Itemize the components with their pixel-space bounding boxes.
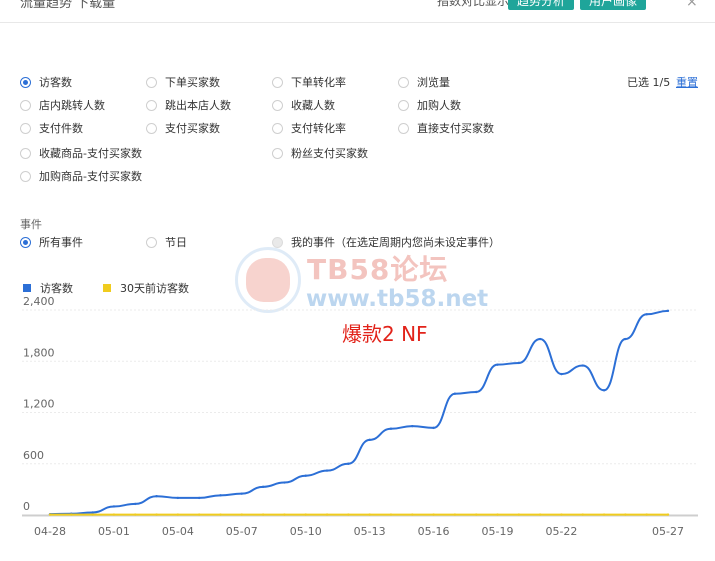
x-tick-label: 05-16: [418, 525, 450, 538]
data-point: [304, 474, 307, 477]
x-tick-label: 05-19: [482, 525, 514, 538]
data-point: [624, 337, 627, 341]
data-point: [283, 481, 286, 484]
data-point: [91, 513, 94, 516]
data-point: [176, 496, 180, 500]
y-tick-label: 2,400: [23, 295, 55, 308]
data-point: [112, 505, 116, 508]
data-point: [432, 513, 435, 516]
data-point: [197, 513, 201, 516]
data-point: [666, 309, 670, 313]
data-point: [560, 513, 563, 516]
data-point: [496, 363, 499, 366]
data-point: [347, 462, 350, 465]
data-point: [453, 392, 457, 395]
data-point: [581, 513, 584, 516]
data-point: [261, 513, 265, 516]
data-point: [325, 513, 329, 516]
data-point: [347, 513, 350, 516]
data-point: [325, 469, 329, 472]
data-point: [560, 372, 563, 376]
data-point: [389, 513, 393, 516]
x-tick-label: 05-13: [354, 525, 386, 538]
data-point: [112, 513, 116, 516]
data-point: [432, 426, 435, 430]
data-point: [389, 427, 393, 430]
data-point: [219, 513, 222, 516]
x-tick-label: 05-01: [98, 525, 130, 538]
data-point: [176, 513, 180, 516]
x-tick-label: 05-27: [652, 525, 684, 538]
data-point: [411, 424, 414, 428]
data-point: [453, 513, 457, 516]
data-point: [538, 513, 542, 516]
data-point: [602, 389, 606, 392]
data-point: [496, 513, 499, 516]
x-tick-label: 05-04: [162, 525, 194, 538]
data-point: [368, 513, 371, 516]
data-point: [261, 485, 265, 489]
y-tick-label: 600: [23, 449, 44, 462]
data-point: [134, 513, 137, 516]
y-tick-label: 1,800: [23, 346, 55, 359]
data-point: [475, 390, 478, 394]
data-point: [197, 496, 201, 500]
data-point: [283, 513, 286, 516]
data-point: [538, 337, 542, 341]
data-point: [304, 513, 307, 516]
x-tick-label: 05-22: [545, 525, 577, 538]
data-point: [91, 511, 94, 514]
data-point: [602, 513, 606, 516]
x-tick-label: 05-10: [290, 525, 322, 538]
data-point: [240, 492, 243, 495]
data-point: [134, 502, 137, 506]
y-tick-label: 1,200: [23, 398, 55, 411]
data-point: [240, 513, 243, 516]
data-point: [645, 513, 648, 516]
data-point: [581, 364, 584, 367]
x-tick-label: 04-28: [34, 525, 66, 538]
data-point: [155, 513, 158, 516]
data-point: [219, 494, 222, 497]
data-point: [411, 513, 414, 516]
x-tick-label: 05-07: [226, 525, 258, 538]
data-point: [155, 495, 158, 498]
data-point: [475, 513, 478, 516]
data-point: [624, 513, 627, 516]
data-point: [517, 513, 521, 516]
data-point: [48, 513, 52, 516]
data-point: [645, 313, 648, 316]
data-point: [368, 438, 371, 442]
line-chart: 0 600 1,200 1,800 2,400 04-28 05-01 05-04 05-07 0…: [22, 295, 698, 538]
data-point: [666, 513, 670, 516]
data-point: [70, 513, 73, 516]
y-tick-label: 0: [23, 500, 30, 513]
data-point: [517, 361, 521, 365]
